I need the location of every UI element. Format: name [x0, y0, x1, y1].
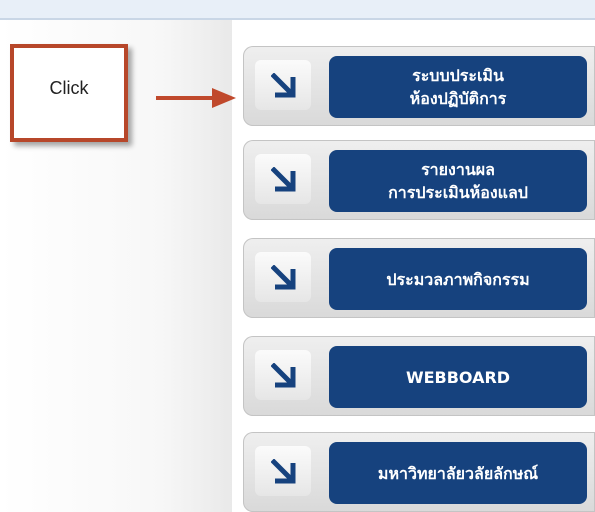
- label-line-1: ประมวลภาพกิจกรรม: [386, 269, 530, 289]
- button-label: ระบบประเมิน ห้องปฏิบัติการ: [329, 56, 587, 118]
- menu-button-webboard[interactable]: WEBBOARD: [243, 336, 595, 416]
- label-line-1: ระบบประเมิน: [412, 66, 504, 85]
- arrow-down-right-icon: [271, 459, 296, 484]
- button-label: รายงานผล การประเมินห้องแลป: [329, 150, 587, 212]
- menu-button-walailak-university[interactable]: มหาวิทยาลัยวลัยลักษณ์: [243, 432, 595, 512]
- page: Click ระบบประเมิน ห้องปฏิบัติการ รายงานผ…: [0, 0, 595, 512]
- arrow-down-right-icon: [271, 73, 296, 98]
- arrow-down-right-icon: [271, 363, 296, 388]
- menu-button-lab-assessment[interactable]: ระบบประเมิน ห้องปฏิบัติการ: [243, 46, 595, 126]
- label-line-2: ห้องปฏิบัติการ: [409, 89, 507, 108]
- button-label: มหาวิทยาลัยวลัยลักษณ์: [329, 442, 587, 504]
- icon-box: [255, 252, 311, 302]
- icon-box: [255, 446, 311, 496]
- click-callout: Click: [10, 44, 128, 142]
- label-line-1: มหาวิทยาลัยวลัยลักษณ์: [377, 463, 539, 483]
- button-label: ประมวลภาพกิจกรรม: [329, 248, 587, 310]
- arrow-down-right-icon: [271, 265, 296, 290]
- top-band: [0, 0, 595, 20]
- icon-box: [255, 60, 311, 110]
- menu-button-lab-report[interactable]: รายงานผล การประเมินห้องแลป: [243, 140, 595, 220]
- arrow-down-right-icon: [271, 167, 296, 192]
- callout-text: Click: [49, 78, 89, 98]
- icon-box: [255, 154, 311, 204]
- label-line-2: การประเมินห้องแลป: [388, 183, 528, 202]
- label-line-1: รายงานผล: [421, 160, 495, 179]
- pointer-arrow-icon: [156, 88, 236, 108]
- icon-box: [255, 350, 311, 400]
- label-line-1: WEBBOARD: [405, 367, 511, 387]
- menu-button-activity-gallery[interactable]: ประมวลภาพกิจกรรม: [243, 238, 595, 318]
- button-label: WEBBOARD: [329, 346, 587, 408]
